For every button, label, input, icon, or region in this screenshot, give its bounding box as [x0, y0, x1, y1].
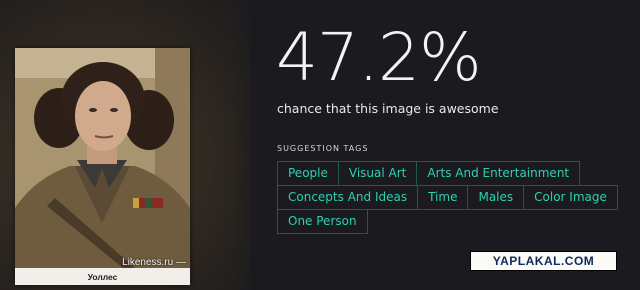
tag-visual-art[interactable]: Visual Art [337, 161, 418, 186]
yaplakal-watermark: YAPLAKAL.COM [470, 251, 617, 271]
tag-row: One Person [277, 209, 635, 234]
suggestion-tags-heading: SUGGESTION TAGS [277, 144, 369, 153]
page: Likeness.ru — Уоллес 47.2% chance that t… [0, 0, 640, 290]
score-caption: chance that this image is awesome [277, 101, 499, 116]
tag-row: Concepts And Ideas Time Males Color Image [277, 185, 635, 210]
photo-card: Likeness.ru — Уоллес [15, 48, 190, 285]
tag-males[interactable]: Males [467, 185, 525, 210]
tag-time[interactable]: Time [417, 185, 469, 210]
tag-one-person[interactable]: One Person [277, 209, 368, 234]
portrait-illustration [15, 48, 190, 268]
photo-source-watermark: Likeness.ru — [122, 257, 186, 268]
tag-color-image[interactable]: Color Image [523, 185, 618, 210]
tag-row: People Visual Art Arts And Entertainment [277, 161, 635, 186]
tag-concepts-and-ideas[interactable]: Concepts And Ideas [277, 185, 419, 210]
suggestion-tags: People Visual Art Arts And Entertainment C… [277, 161, 635, 234]
photo-caption: Уоллес [87, 272, 118, 282]
tag-arts-and-entertainment[interactable]: Arts And Entertainment [416, 161, 581, 186]
tag-people[interactable]: People [277, 161, 339, 186]
awesome-score: 47.2% [276, 19, 482, 96]
portrait-photo: Likeness.ru — [15, 48, 190, 268]
